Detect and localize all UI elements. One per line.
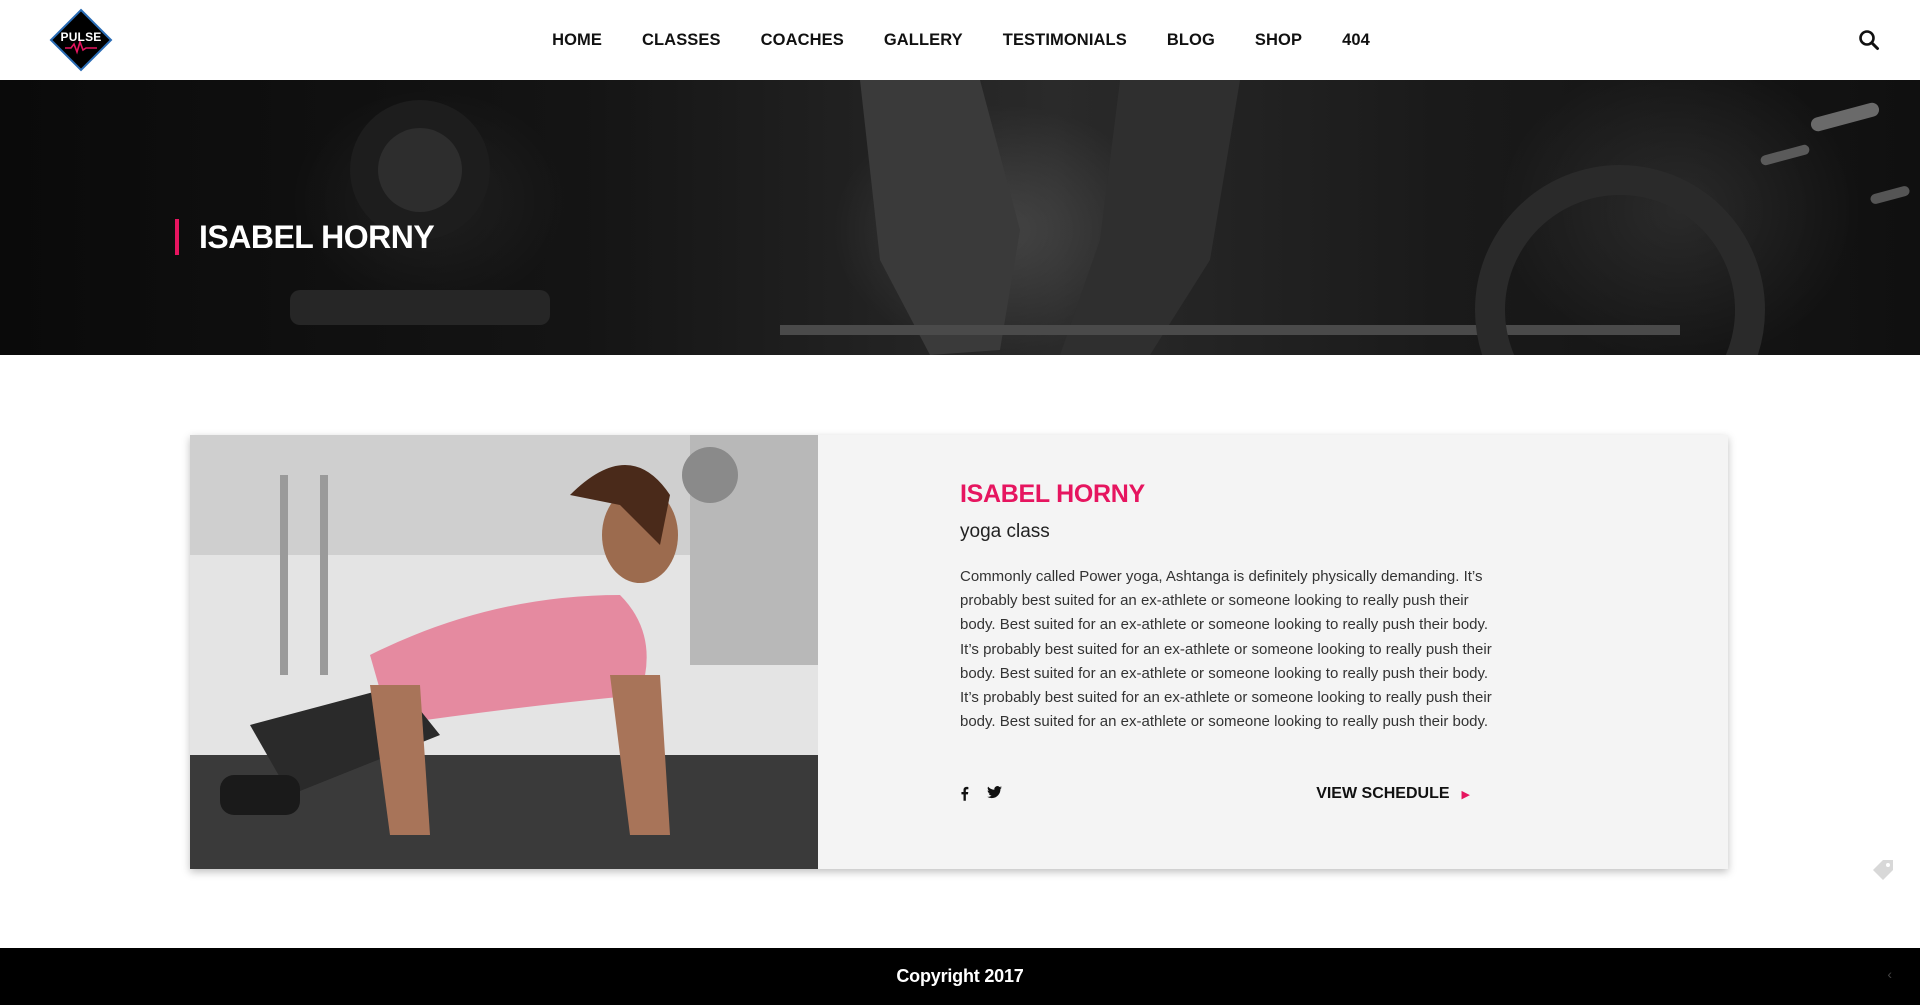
view-schedule-label: VIEW SCHEDULE bbox=[1316, 785, 1450, 802]
coach-card-footer: VIEW SCHEDULE ▶ bbox=[960, 785, 1470, 805]
search-icon[interactable] bbox=[1858, 29, 1880, 51]
coach-photo bbox=[190, 435, 818, 869]
nav-item-coaches[interactable]: COACHES bbox=[761, 31, 844, 50]
coach-class: yoga class bbox=[960, 521, 1050, 542]
facebook-icon[interactable] bbox=[960, 786, 969, 806]
nav-item-blog[interactable]: BLOG bbox=[1167, 31, 1215, 50]
nav-item-404[interactable]: 404 bbox=[1342, 31, 1370, 50]
nav-item-home[interactable]: HOME bbox=[552, 31, 602, 50]
view-schedule-link[interactable]: VIEW SCHEDULE ▶ bbox=[1316, 785, 1470, 803]
nav-item-classes[interactable]: CLASSES bbox=[642, 31, 721, 50]
logo-text: PULSE bbox=[60, 30, 102, 44]
coach-name: ISABEL HORNY bbox=[960, 480, 1145, 508]
site-logo[interactable]: PULSE bbox=[49, 8, 113, 72]
main-nav: HOME CLASSES COACHES GALLERY TESTIMONIAL… bbox=[0, 0, 1920, 80]
site-header: PULSE HOME CLASSES COACHES GALLERY TESTI… bbox=[0, 0, 1920, 80]
nav-item-gallery[interactable]: GALLERY bbox=[884, 31, 963, 50]
arrow-left-icon[interactable]: ‹ bbox=[1887, 966, 1892, 982]
tag-icon[interactable] bbox=[1871, 858, 1895, 882]
hero-banner: ISABEL HORNY bbox=[0, 80, 1920, 355]
hero-background-image bbox=[290, 80, 1910, 355]
page-title: ISABEL HORNY bbox=[175, 219, 435, 256]
nav-item-shop[interactable]: SHOP bbox=[1255, 31, 1302, 50]
site-footer: Copyright 2017 ‹ bbox=[0, 948, 1920, 1005]
twitter-icon[interactable] bbox=[987, 786, 1002, 806]
coach-details: ISABEL HORNY yoga class Commonly called … bbox=[960, 480, 1500, 749]
coach-bio: Commonly called Power yoga, Ashtanga is … bbox=[960, 568, 1492, 731]
caret-right-icon: ▶ bbox=[1461, 788, 1470, 801]
copyright-text: Copyright 2017 bbox=[896, 966, 1024, 986]
social-links bbox=[960, 786, 1002, 806]
nav-item-testimonials[interactable]: TESTIMONIALS bbox=[1003, 31, 1127, 50]
coach-card: ISABEL HORNY yoga class Commonly called … bbox=[190, 435, 1728, 869]
